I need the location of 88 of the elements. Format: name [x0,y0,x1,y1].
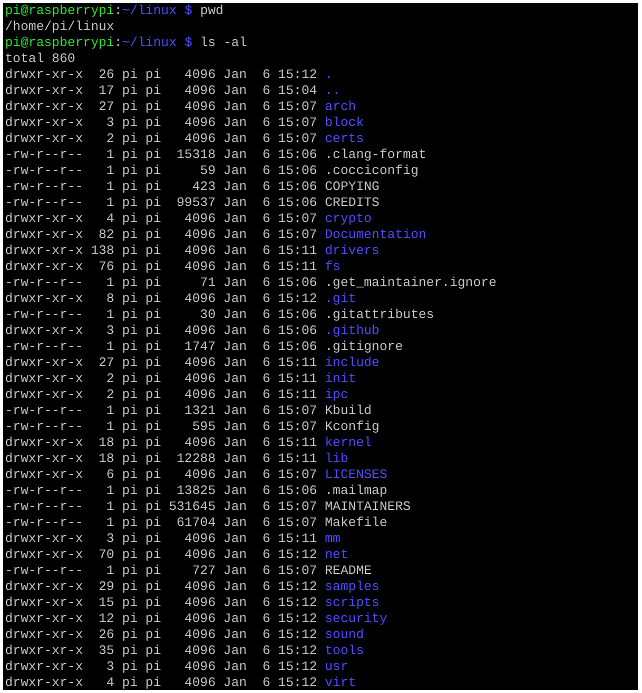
directory-name: .git [324,291,356,307]
directory-name: net [324,547,348,563]
file-details: drwxr-xr-x 12 pi pi 4096 Jan 6 15:12 [5,611,318,627]
directory-name: include [324,355,380,371]
file-name: Makefile [324,515,388,531]
directory-name: sound [324,627,364,643]
file-details: drwxr-xr-x 4 pi pi 4096 Jan 6 15:07 [5,211,318,227]
file-name: Kconfig [324,419,380,435]
file-details: drwxr-xr-x 3 pi pi 4096 Jan 6 15:06 [5,323,318,339]
prompt-path: ~/linux $ [122,3,192,19]
file-details: -rw-r--r-- 1 pi pi 727 Jan 6 15:07 [5,563,318,579]
directory-name: init [324,371,356,387]
file-details: -rw-r--r-- 1 pi pi 1747 Jan 6 15:06 [5,339,318,355]
file-details: drwxr-xr-x 15 pi pi 4096 Jan 6 15:12 [5,595,318,611]
command-text: pwd [199,3,224,19]
directory-name: .github [324,323,380,339]
file-details: -rw-r--r-- 1 pi pi 13825 Jan 6 15:06 [5,483,318,499]
file-details: drwxr-xr-x 3 pi pi 4096 Jan 6 15:07 [5,115,318,131]
user-host: pi@raspberrypi [5,35,114,51]
output-text: total 860 [5,51,76,67]
file-details: -rw-r--r-- 1 pi pi 99537 Jan 6 15:06 [5,195,318,211]
directory-name: kernel [324,435,372,451]
directory-name: samples [324,579,380,595]
directory-name: drivers [324,243,380,259]
file-details: drwxr-xr-x 2 pi pi 4096 Jan 6 15:11 [5,387,318,403]
file-details: drwxr-xr-x 35 pi pi 4096 Jan 6 15:12 [5,643,318,659]
directory-name: block [324,115,364,131]
file-name: Kbuild [324,403,372,419]
directory-name: Documentation [324,227,426,243]
directory-name: fs [324,259,340,275]
directory-name: crypto [324,211,372,227]
file-details: drwxr-xr-x 8 pi pi 4096 Jan 6 15:12 [5,291,318,307]
file-details: -rw-r--r-- 1 pi pi 531645 Jan 6 15:07 [5,499,318,515]
file-name: COPYING [324,179,380,195]
prompt-path: ~/linux $ [122,35,192,51]
file-details: drwxr-xr-x 26 pi pi 4096 Jan 6 15:12 [5,67,318,83]
file-details: -rw-r--r-- 1 pi pi 595 Jan 6 15:07 [5,419,318,435]
prompt-separator: : [114,3,122,19]
directory-name: certs [324,131,364,147]
directory-name: scripts [324,595,380,611]
file-name: MAINTAINERS [324,499,411,515]
output-text: /home/pi/linux [5,19,114,35]
file-name: .mailmap [324,483,388,499]
file-details: drwxr-xr-x 27 pi pi 4096 Jan 6 15:11 [5,355,318,371]
file-details: drwxr-xr-x 76 pi pi 4096 Jan 6 15:11 [5,259,318,275]
file-details: -rw-r--r-- 1 pi pi 15318 Jan 6 15:06 [5,147,318,163]
file-details: -rw-r--r-- 1 pi pi 71 Jan 6 15:06 [5,275,318,291]
directory-name: lib [324,451,348,467]
directory-name: security [324,611,388,627]
file-name: .gitignore [324,339,403,355]
file-details: -rw-r--r-- 1 pi pi 61704 Jan 6 15:07 [5,515,318,531]
file-details: -rw-r--r-- 1 pi pi 30 Jan 6 15:06 [5,307,318,323]
directory-name: tools [324,643,364,659]
directory-name: . [324,67,333,83]
command-text: ls -al [199,35,247,51]
file-details: drwxr-xr-x 18 pi pi 12288 Jan 6 15:11 [5,451,318,467]
file-name: .get_maintainer.ignore [324,275,497,291]
file-details: -rw-r--r-- 1 pi pi 1321 Jan 6 15:07 [5,403,318,419]
file-details: drwxr-xr-x 4 pi pi 4096 Jan 6 15:12 [5,675,318,690]
directory-name: LICENSES [324,467,388,483]
file-details: -rw-r--r-- 1 pi pi 59 Jan 6 15:06 [5,163,318,179]
directory-name: ipc [324,387,348,403]
file-details: drwxr-xr-x 17 pi pi 4096 Jan 6 15:04 [5,83,318,99]
file-name: .gitattributes [324,307,434,323]
file-details: drwxr-xr-x 138 pi pi 4096 Jan 6 15:11 [5,243,318,259]
directory-name: mm [324,531,340,547]
file-details: drwxr-xr-x 2 pi pi 4096 Jan 6 15:07 [5,131,318,147]
file-details: drwxr-xr-x 29 pi pi 4096 Jan 6 15:12 [5,579,318,595]
directory-name: virt [324,675,356,690]
file-name: .cocciconfig [324,163,418,179]
file-details: drwxr-xr-x 26 pi pi 4096 Jan 6 15:12 [5,627,318,643]
file-details: drwxr-xr-x 3 pi pi 4096 Jan 6 15:11 [5,531,318,547]
file-details: drwxr-xr-x 2 pi pi 4096 Jan 6 15:11 [5,371,318,387]
directory-name: arch [324,99,356,115]
directory-name: .. [324,83,340,99]
file-details: -rw-r--r-- 1 pi pi 423 Jan 6 15:06 [5,179,318,195]
file-details: drwxr-xr-x 3 pi pi 4096 Jan 6 15:12 [5,659,318,675]
file-details: drwxr-xr-x 18 pi pi 4096 Jan 6 15:11 [5,435,318,451]
file-details: drwxr-xr-x 70 pi pi 4096 Jan 6 15:12 [5,547,318,563]
directory-name: usr [324,659,348,675]
file-details: drwxr-xr-x 6 pi pi 4096 Jan 6 15:07 [5,467,318,483]
file-name: CREDITS [324,195,380,211]
prompt-separator: : [114,35,122,51]
file-details: drwxr-xr-x 82 pi pi 4096 Jan 6 15:07 [5,227,318,243]
file-details: drwxr-xr-x 27 pi pi 4096 Jan 6 15:07 [5,99,318,115]
file-name: .clang-format [324,147,426,163]
file-name: README [324,563,372,579]
user-host: pi@raspberrypi [5,3,114,19]
